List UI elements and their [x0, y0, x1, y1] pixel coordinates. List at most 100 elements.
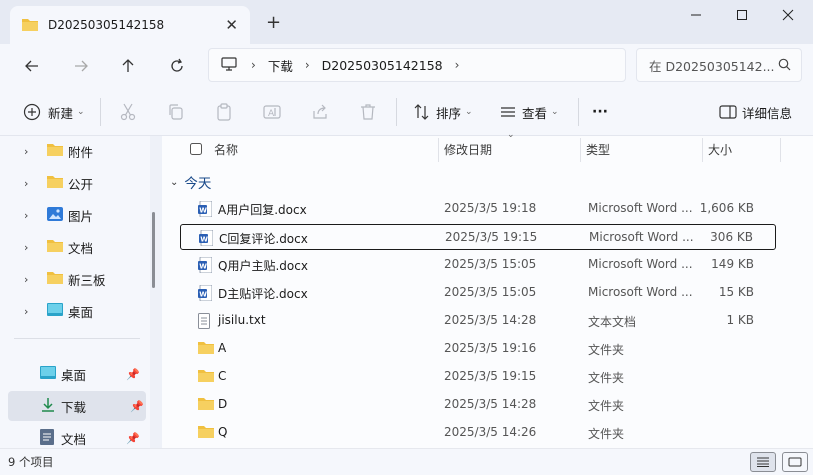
- sidebar-item-documents[interactable]: › 文档: [0, 232, 148, 262]
- file-type: 文件夹: [588, 399, 625, 413]
- chevron-right-icon[interactable]: ›: [24, 241, 28, 254]
- sidebar-scrollbar[interactable]: [152, 212, 155, 288]
- navigation-bar: › 下载 › D20250305142158 › 在 D20250305142.…: [0, 44, 813, 88]
- chevron-right-icon[interactable]: ›: [251, 58, 256, 72]
- file-name: A: [218, 341, 227, 355]
- quick-access-desktop[interactable]: 桌面 📌: [0, 359, 148, 389]
- file-type: Microsoft Word ...: [589, 230, 694, 244]
- copy-button[interactable]: [164, 100, 188, 124]
- refresh-button[interactable]: [165, 54, 189, 78]
- column-header-name[interactable]: 名称: [214, 136, 238, 162]
- folder-row[interactable]: C 2025/3/5 19:15 文件夹: [180, 364, 776, 390]
- file-date: 2025/3/5 15:05: [444, 285, 537, 299]
- arrow-left-icon: [25, 60, 38, 72]
- tiles-view-button[interactable]: [782, 452, 808, 472]
- address-bar[interactable]: › 下载 › D20250305142158 ›: [208, 48, 626, 82]
- folder-icon: [198, 369, 214, 385]
- chevron-right-icon[interactable]: ›: [24, 273, 28, 286]
- pin-icon[interactable]: 📌: [126, 368, 140, 381]
- column-header-type[interactable]: 类型: [586, 136, 610, 162]
- sidebar-item-label: 公开: [68, 176, 94, 192]
- group-header-today[interactable]: ⌄ 今天: [170, 172, 211, 192]
- rename-button[interactable]: A: [260, 100, 284, 124]
- folder-row[interactable]: D 2025/3/5 14:28 文件夹: [180, 392, 776, 418]
- column-header-size[interactable]: 大小: [708, 136, 732, 162]
- file-date: 2025/3/5 19:15: [444, 369, 537, 383]
- tab-active[interactable]: D20250305142158 ✕: [10, 6, 250, 44]
- file-row-focused[interactable]: W C回复评论.docx 2025/3/5 19:15 Microsoft Wo…: [180, 224, 776, 250]
- new-tab-button[interactable]: +: [266, 12, 281, 33]
- sidebar-item-desktop[interactable]: › 桌面: [0, 296, 148, 326]
- new-button[interactable]: 新建 ⌄: [20, 100, 85, 124]
- view-button[interactable]: 查看 ⌄: [496, 100, 559, 124]
- pin-icon[interactable]: 📌: [130, 400, 144, 413]
- breadcrumb-current-folder[interactable]: D20250305142158: [322, 58, 443, 73]
- details-pane-icon: [716, 100, 740, 124]
- tab-close-button[interactable]: ✕: [225, 16, 238, 34]
- file-row[interactable]: W A用户回复.docx 2025/3/5 19:18 Microsoft Wo…: [180, 196, 776, 222]
- sidebar-item-public[interactable]: › 公开: [0, 168, 148, 198]
- file-row[interactable]: jisilu.txt 2025/3/5 14:28 文本文档 1 KB: [180, 308, 776, 334]
- chevron-right-icon[interactable]: ›: [24, 305, 28, 318]
- file-size: 1 KB: [726, 313, 754, 327]
- sort-indicator-icon: ⌄: [507, 130, 515, 140]
- chevron-right-icon[interactable]: ›: [455, 58, 460, 72]
- arrow-right-icon: [75, 60, 88, 72]
- toolbar-divider: [100, 98, 101, 126]
- share-button[interactable]: [308, 100, 332, 124]
- svg-text:A: A: [268, 109, 275, 119]
- cut-button[interactable]: [116, 100, 140, 124]
- chevron-down-icon: ⌄: [551, 107, 559, 117]
- select-all-checkbox[interactable]: [190, 136, 202, 162]
- quick-access-downloads[interactable]: 下载 📌: [8, 391, 146, 421]
- details-pane-button[interactable]: 详细信息: [716, 100, 792, 124]
- word-icon: W: [198, 200, 213, 220]
- up-button[interactable]: [116, 54, 140, 78]
- file-row[interactable]: W Q用户主贴.docx 2025/3/5 15:05 Microsoft Wo…: [180, 252, 776, 278]
- search-input[interactable]: 在 D20250305142...: [636, 48, 802, 82]
- file-row[interactable]: W D主贴评论.docx 2025/3/5 15:05 Microsoft Wo…: [180, 280, 776, 306]
- chevron-right-icon[interactable]: ›: [24, 177, 28, 190]
- sort-button[interactable]: 排序 ⌄: [410, 100, 473, 124]
- details-view-button[interactable]: [750, 452, 776, 472]
- column-divider[interactable]: [438, 138, 439, 162]
- chevron-right-icon[interactable]: ›: [24, 145, 28, 158]
- file-name: C: [218, 369, 227, 383]
- refresh-icon: [171, 58, 183, 72]
- forward-button[interactable]: [69, 54, 93, 78]
- folder-row[interactable]: Q 2025/3/5 14:26 文件夹: [180, 420, 776, 446]
- back-button[interactable]: [20, 54, 44, 78]
- file-size: 15 KB: [718, 285, 754, 299]
- view-label: 查看: [522, 105, 548, 121]
- breadcrumb-downloads[interactable]: 下载: [268, 56, 293, 75]
- column-divider[interactable]: [780, 138, 781, 162]
- sidebar-item-attachments[interactable]: › 附件: [0, 136, 148, 166]
- item-count: 9 个项目: [8, 455, 54, 469]
- column-divider[interactable]: [580, 138, 581, 162]
- file-list: 名称 修改日期 ⌄ 类型 大小 ⌄ 今天 W A用户回复.docx 2025/3…: [162, 130, 813, 448]
- file-size: 1,606 KB: [699, 201, 754, 215]
- minimize-button[interactable]: [673, 4, 719, 26]
- sidebar-item-label: 附件: [68, 144, 94, 160]
- sidebar-item-label: 桌面: [68, 304, 94, 320]
- maximize-button[interactable]: [719, 4, 765, 26]
- delete-button[interactable]: [356, 100, 380, 124]
- sidebar-item-pictures[interactable]: › 图片: [0, 200, 148, 230]
- column-header-date[interactable]: 修改日期: [444, 136, 492, 162]
- sidebar-item-new-third-board[interactable]: › 新三板: [0, 264, 148, 294]
- word-icon: W: [199, 229, 214, 249]
- copy-icon: [164, 100, 188, 124]
- chevron-right-icon[interactable]: ›: [305, 58, 310, 72]
- close-window-button[interactable]: [765, 4, 811, 26]
- computer-icon: [221, 56, 237, 74]
- file-name: jisilu.txt: [218, 313, 266, 327]
- pin-icon[interactable]: 📌: [126, 432, 140, 445]
- paste-button[interactable]: [212, 100, 236, 124]
- column-divider[interactable]: [702, 138, 703, 162]
- title-bar: D20250305142158 ✕ +: [0, 0, 813, 44]
- more-options-button[interactable]: ···: [592, 100, 608, 124]
- folder-icon: [198, 397, 214, 413]
- chevron-right-icon[interactable]: ›: [24, 209, 28, 222]
- scissors-icon: [116, 100, 140, 124]
- folder-row[interactable]: A 2025/3/5 19:16 文件夹: [180, 336, 776, 362]
